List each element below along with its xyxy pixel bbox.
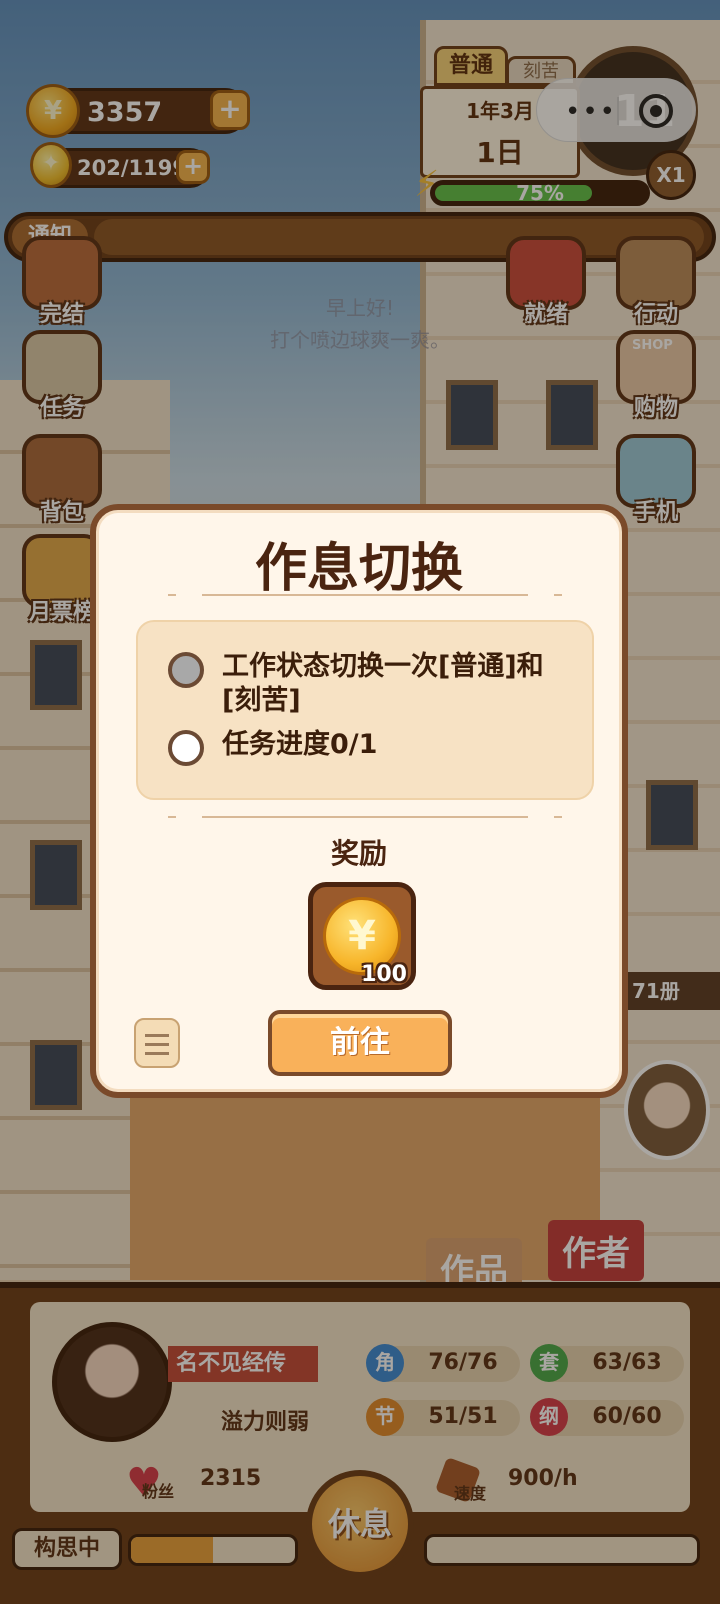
reward-label: 奖励	[330, 837, 387, 870]
condition-pending-icon	[168, 730, 204, 766]
reward-divider	[168, 815, 562, 819]
task-modal: 作息切换 工作状态切换一次[普通]和[刻苦] 任务进度0/1 奖励 ¥ 100 …	[90, 504, 628, 1098]
go-button[interactable]: 前往	[268, 1010, 452, 1076]
condition-text: 工作状态切换一次[普通]和[刻苦]	[222, 651, 544, 716]
task-list-button[interactable]	[134, 1018, 180, 1068]
condition-done-icon	[168, 652, 204, 688]
condition-text: 任务进度0/1	[222, 729, 378, 760]
title-divider	[168, 593, 562, 597]
modal-title: 作息切换	[254, 539, 463, 599]
conditions-box: 工作状态切换一次[普通]和[刻苦] 任务进度0/1	[136, 620, 594, 800]
reward-quantity: 100	[361, 962, 407, 987]
reward-item[interactable]: ¥ 100	[308, 882, 416, 990]
